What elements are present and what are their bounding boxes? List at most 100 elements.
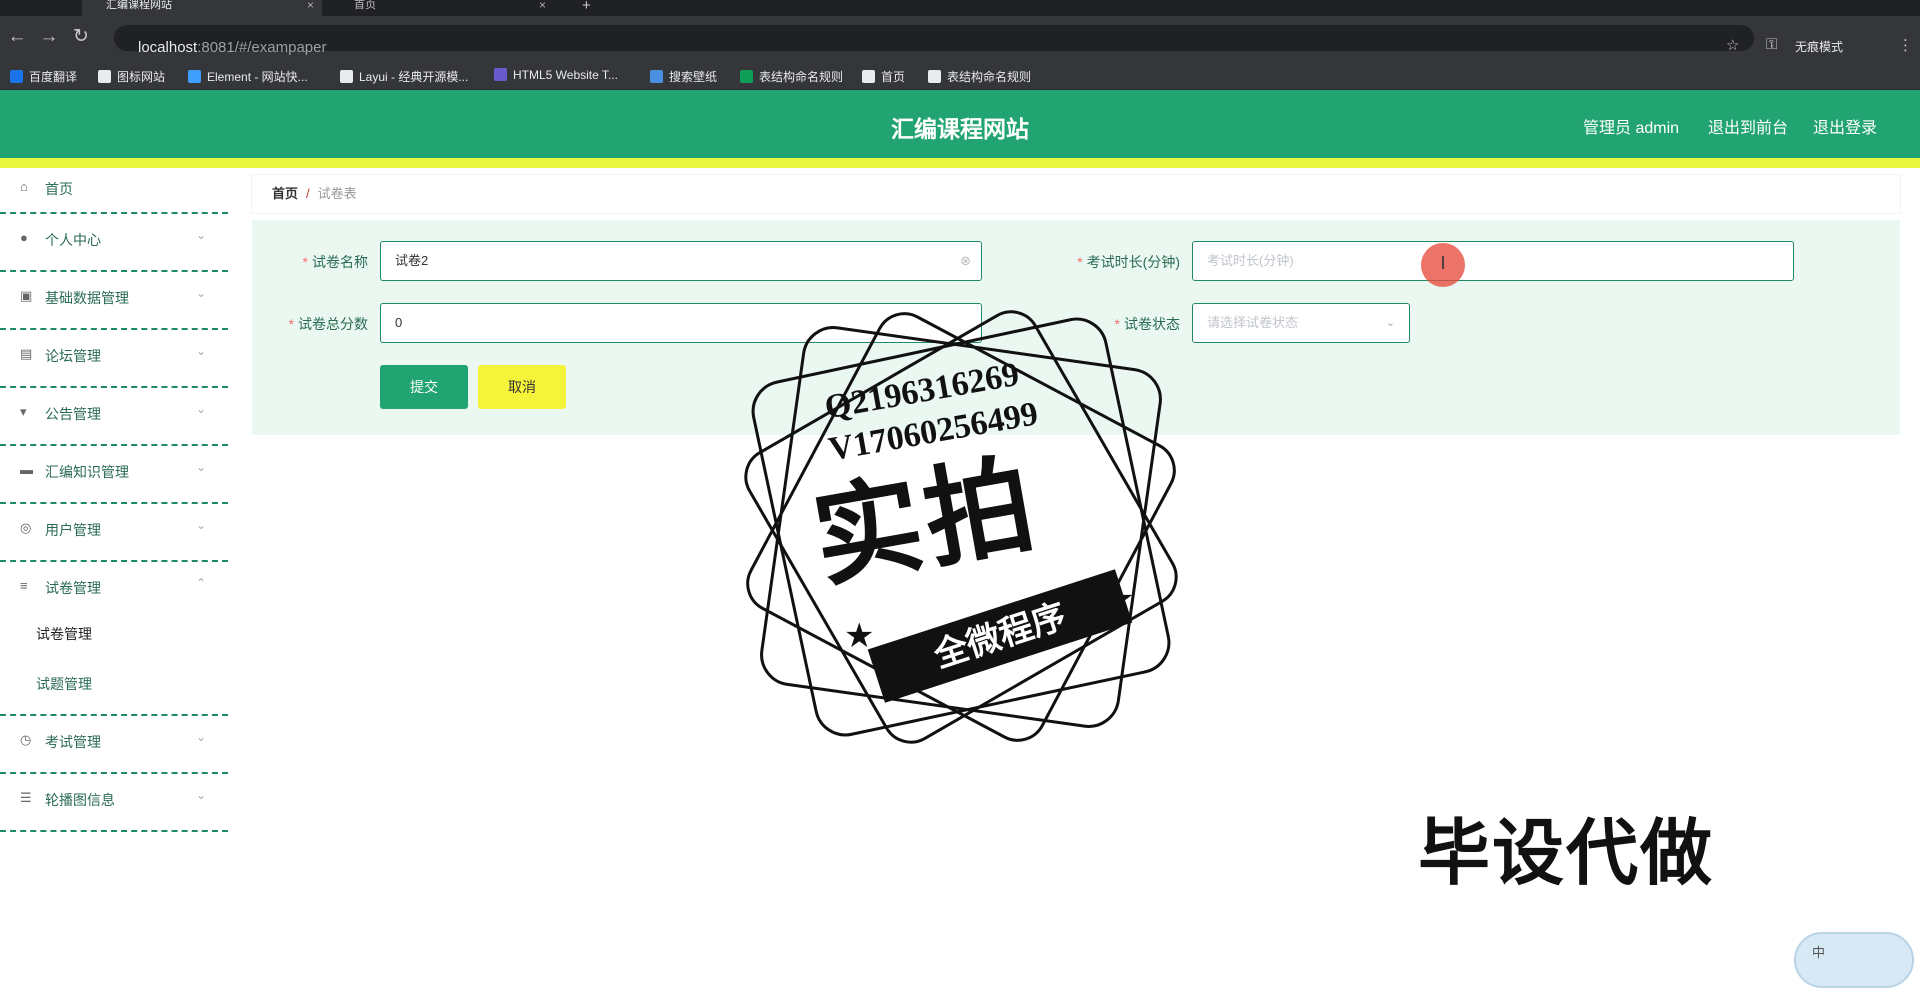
cancel-button[interactable]: 取消 — [478, 365, 566, 409]
chevron-down-icon: ⌄ — [195, 344, 206, 358]
sidebar-item-label: 考试管理 — [45, 734, 101, 750]
bookmark-item[interactable]: HTML5 Website T... — [494, 68, 618, 82]
submit-button[interactable]: 提交 — [380, 365, 468, 409]
submenu-item-questions[interactable]: 试题管理 — [36, 674, 92, 694]
chevron-down-icon: ⌄ — [195, 788, 206, 802]
ime-indicator[interactable]: 中 — [1794, 932, 1914, 988]
total-score-label: * 试卷总分数 — [288, 316, 368, 332]
bookmark-item[interactable]: 搜索壁纸 — [650, 68, 717, 85]
tab-active[interactable]: 汇编课程网站 × — [82, 0, 322, 16]
breadcrumb-separator: / — [306, 186, 310, 201]
status-select[interactable]: 请选择试卷状态 ⌄ — [1192, 303, 1410, 343]
paper-name-input[interactable]: 试卷2 ⊗ — [380, 241, 982, 281]
address-bar-area: ← → ↻ localhost:8081/#/exampaper ☆ ⚿ 无痕模… — [0, 16, 1920, 60]
back-icon[interactable]: ← — [4, 24, 30, 50]
bookmark-item[interactable]: 表结构命名规则 — [928, 68, 1031, 85]
sidebar-item-label: 汇编知识管理 — [45, 464, 129, 480]
breadcrumb-current: 试卷表 — [317, 186, 357, 201]
logout-link[interactable]: 退出登录 — [1813, 114, 1877, 138]
clear-icon[interactable]: ⊗ — [960, 242, 971, 280]
bookmark-label: Layui - 经典开源模... — [359, 70, 469, 84]
globe-icon: ◎ — [20, 520, 32, 535]
list-icon: ≡ — [20, 578, 28, 593]
bookmark-label: 搜索壁纸 — [669, 70, 718, 84]
chevron-down-icon: ⌄ — [195, 402, 206, 416]
bookmark-label: 首页 — [881, 70, 906, 84]
chevron-up-icon: ⌃ — [195, 576, 206, 590]
database-icon: ▣ — [20, 288, 33, 303]
bookmark-item[interactable]: Layui - 经典开源模... — [340, 68, 468, 85]
bookmark-favicon-icon — [650, 70, 663, 83]
breadcrumb: 首页 / 试卷表 — [252, 175, 1900, 213]
bookmark-favicon-icon — [494, 68, 507, 81]
bookmark-label: 百度翻译 — [29, 70, 78, 84]
key-icon[interactable]: ⚿ — [1766, 36, 1777, 53]
sidebar-item-label: 试卷管理 — [45, 580, 101, 596]
sidebar-item-exampaper[interactable]: ≡ 试卷管理 ⌃ 试卷管理 试题管理 — [0, 562, 228, 716]
tab-label: 首页 — [354, 0, 376, 11]
sidebar: ⌂ 首页 ● 个人中心 ⌄ ▣ 基础数据管理 ⌄ ▤ 论坛管理 ⌄ ▾ 公告管理… — [0, 168, 228, 1003]
bookmark-favicon-icon — [740, 70, 753, 83]
tab-close-icon[interactable]: × — [539, 0, 546, 11]
incognito-label: 无痕模式 — [1795, 40, 1844, 54]
sidebar-item-label: 基础数据管理 — [45, 290, 129, 306]
tab-label: 汇编课程网站 — [106, 0, 172, 11]
breadcrumb-home[interactable]: 首页 — [272, 186, 298, 201]
url-text[interactable]: localhost:8081/#/exampaper — [138, 39, 326, 56]
bookmark-item[interactable]: 首页 — [862, 68, 905, 85]
sidebar-item-users[interactable]: ◎ 用户管理 ⌄ — [0, 504, 228, 562]
header-accent-strip — [0, 158, 1920, 168]
bookmark-star-icon[interactable]: ☆ — [1726, 36, 1739, 54]
bookmark-label: 表结构命名规则 — [947, 70, 1032, 84]
reload-icon[interactable]: ↻ — [68, 24, 94, 50]
sidebar-item-knowledge[interactable]: ▬ 汇编知识管理 ⌄ — [0, 446, 228, 504]
sidebar-item-carousel[interactable]: ☰ 轮播图信息 ⌄ — [0, 774, 228, 832]
sidebar-item-forum[interactable]: ▤ 论坛管理 ⌄ — [0, 330, 228, 388]
to-front-link[interactable]: 退出到前台 — [1708, 114, 1788, 138]
duration-placeholder: 考试时长(分钟) — [1207, 253, 1294, 268]
sidebar-item-label: 用户管理 — [45, 522, 101, 538]
bookmark-favicon-icon — [862, 70, 875, 83]
chevron-down-icon: ⌄ — [195, 460, 206, 474]
home-icon: ⌂ — [20, 179, 28, 194]
bookmark-label: 表结构命名规则 — [759, 70, 844, 84]
bookmark-label: Element - 网站快... — [207, 70, 308, 84]
sidebar-item-label: 首页 — [45, 181, 73, 197]
bookmark-item[interactable]: 百度翻译 — [10, 68, 77, 85]
incognito-badge[interactable]: 无痕模式 — [1795, 38, 1843, 55]
omnibox[interactable] — [114, 25, 1754, 51]
tab-close-icon[interactable]: × — [307, 0, 314, 11]
sidebar-item-exam[interactable]: ◷ 考试管理 ⌄ — [0, 716, 228, 774]
tab-inactive[interactable]: 首页 × — [330, 0, 554, 16]
bookmark-label: HTML5 Website T... — [513, 68, 618, 82]
sliders-icon: ☰ — [20, 790, 32, 805]
chevron-down-icon: ⌄ — [195, 730, 206, 744]
sidebar-item-notice[interactable]: ▾ 公告管理 ⌄ — [0, 388, 228, 446]
admin-label: 管理员 admin — [1583, 120, 1680, 137]
bookmark-item[interactable]: 表结构命名规则 — [740, 68, 843, 85]
bookmark-item[interactable]: Element - 网站快... — [188, 68, 308, 85]
paper-name-value: 试卷2 — [395, 253, 429, 268]
app-header: 汇编课程网站 管理员 admin 退出到前台 退出登录 — [0, 90, 1920, 158]
sidebar-item-home[interactable]: ⌂ 首页 — [0, 168, 228, 214]
status-placeholder: 请选择试卷状态 — [1207, 315, 1299, 330]
duration-label: * 考试时长(分钟) — [1077, 254, 1180, 270]
watermark-bottom-text: 毕设代做 — [1418, 814, 1715, 894]
notice-icon: ▾ — [20, 404, 27, 419]
menu-dots-icon[interactable]: ⋮ — [1898, 36, 1913, 54]
sidebar-item-label: 公告管理 — [45, 406, 101, 422]
forward-icon[interactable]: → — [36, 24, 62, 50]
duration-input[interactable]: 考试时长(分钟) — [1192, 241, 1794, 281]
sidebar-item-base-data[interactable]: ▣ 基础数据管理 ⌄ — [0, 272, 228, 330]
url-host: localhost — [138, 39, 198, 56]
ime-label: 中 — [1812, 945, 1826, 960]
sidebar-item-profile[interactable]: ● 个人中心 ⌄ — [0, 214, 228, 272]
bookmark-favicon-icon — [340, 70, 353, 83]
clock-icon: ◷ — [20, 732, 32, 747]
bookmark-item[interactable]: 图标网站 — [98, 68, 165, 85]
submenu-item-exampaper[interactable]: 试卷管理 — [36, 624, 92, 644]
new-tab-icon[interactable]: + — [574, 0, 604, 16]
user-icon: ● — [20, 230, 28, 245]
bookmark-favicon-icon — [188, 70, 201, 83]
bookmark-favicon-icon — [98, 70, 111, 83]
